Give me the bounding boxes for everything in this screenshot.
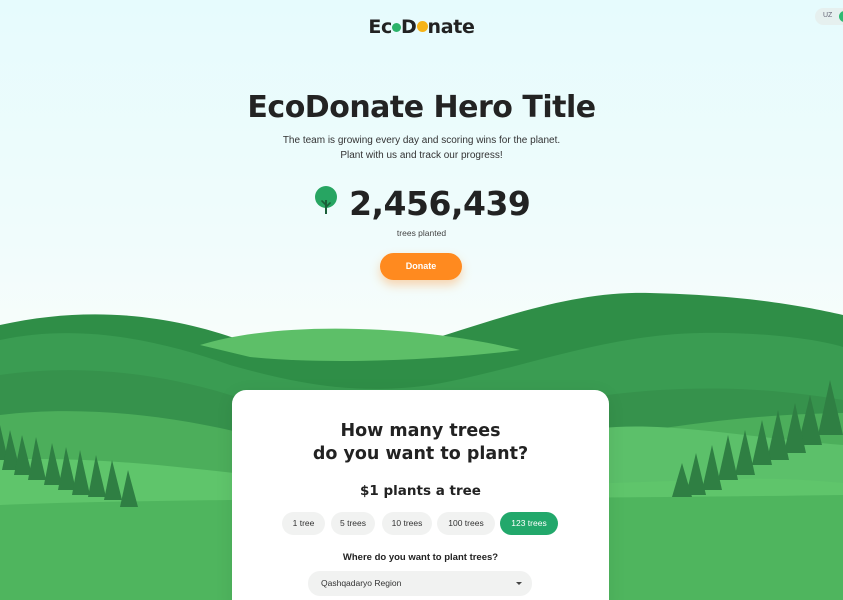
donate-button[interactable]: Donate [380, 253, 462, 280]
card-title-line: do you want to plant? [312, 444, 529, 464]
logo-leaf-dot [392, 22, 402, 32]
header: Ec Dnate UZ [0, 0, 843, 56]
toggle-knob [839, 11, 843, 22]
tree-icon [313, 186, 339, 221]
option-1-tree[interactable]: 1 tree [282, 512, 325, 535]
option-123-trees[interactable]: 123 trees [500, 512, 558, 535]
logo-text-part: D [401, 16, 417, 38]
card-title-line: How many trees [340, 421, 501, 441]
region-question: Where do you want to plant trees? [342, 552, 499, 563]
logo-text-part: nate [427, 16, 475, 38]
option-100-trees[interactable]: 100 trees [437, 512, 495, 535]
hero-subtitle-line: The team is growing every day and scorin… [282, 135, 561, 146]
price-per-tree: $1 plants a tree [360, 483, 481, 499]
region-select[interactable]: Qashqadaryo Region [308, 571, 532, 596]
tree-amount-options: 1 tree 5 trees 10 trees 100 trees 123 tr… [282, 512, 582, 535]
option-10-trees[interactable]: 10 trees [382, 512, 432, 535]
trees-counter: 2,456,439 [0, 184, 843, 223]
hero-subtitle: The team is growing every day and scorin… [0, 133, 843, 163]
option-5-trees[interactable]: 5 trees [331, 512, 375, 535]
hero-title: EcoDonate Hero Title [247, 90, 596, 125]
logo-sun-dot [416, 21, 428, 32]
trees-count-label: trees planted [396, 228, 447, 238]
trees-count: 2,456,439 [349, 184, 531, 223]
logo-text-part: Ec [368, 16, 393, 38]
language-toggle[interactable]: UZ [815, 8, 843, 25]
hero-subtitle-line: Plant with us and track our progress! [340, 150, 503, 161]
region-value: Qashqadaryo Region [321, 578, 402, 588]
logo[interactable]: Ec Dnate [0, 16, 843, 38]
language-label: UZ [823, 12, 833, 19]
card-title: How many trees do you want to plant? [232, 420, 609, 466]
chevron-down-icon [516, 582, 522, 585]
